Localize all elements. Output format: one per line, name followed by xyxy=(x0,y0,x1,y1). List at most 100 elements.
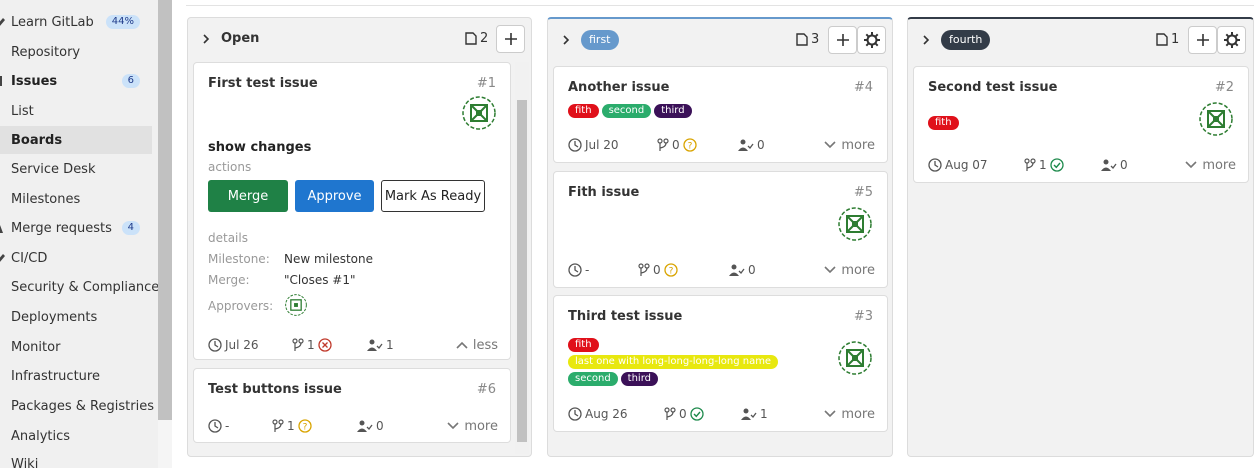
toggle-more-button[interactable]: more xyxy=(1185,156,1236,174)
sidebar-item-issues[interactable]: Issues 6 xyxy=(0,67,152,95)
toggle-more-button[interactable]: more xyxy=(824,136,875,154)
list-settings-button[interactable] xyxy=(1217,26,1246,54)
issue-card[interactable]: First test issue #1 show changes actions… xyxy=(193,62,511,360)
issue-card[interactable]: Test buttons issue #6 - 1 ? 0 more xyxy=(193,368,511,443)
sidebar: Learn GitLab 44% Repository Issues 6 Lis… xyxy=(0,0,158,468)
issue-card[interactable]: Fith issue #5 - 0 ? 0 more xyxy=(553,171,888,288)
plus-icon xyxy=(1196,34,1209,46)
label-badge[interactable]: second xyxy=(568,372,618,386)
sidebar-item-label: Wiki xyxy=(11,456,39,468)
detail-key: Milestone: xyxy=(208,252,270,266)
merge-requests-count: 1 xyxy=(292,336,332,354)
issue-card[interactable]: Second test issue #2 fith Aug 07 1 0 mor… xyxy=(913,66,1249,183)
label-badge[interactable]: fith xyxy=(568,338,599,352)
issue-title[interactable]: Third test issue xyxy=(568,309,682,324)
add-issue-button[interactable] xyxy=(496,25,525,53)
label-badge[interactable]: third xyxy=(654,104,692,118)
label-badge[interactable]: fith xyxy=(928,116,959,130)
sidebar-item-learn-gitlab[interactable]: Learn GitLab 44% xyxy=(0,8,152,36)
approve-button[interactable]: Approve xyxy=(295,180,374,212)
sidebar-item-merge-requests[interactable]: Merge requests 4 xyxy=(0,214,152,242)
sidebar-item-repository[interactable]: Repository xyxy=(0,38,152,66)
clock-icon xyxy=(568,138,582,152)
sidebar-item-packages-registries[interactable]: Packages & Registries xyxy=(0,392,154,420)
section-subtitle: actions xyxy=(208,160,252,174)
sidebar-item-service-desk[interactable]: Service Desk xyxy=(0,155,152,183)
sidebar-item-label: Packages & Registries xyxy=(11,398,154,414)
label-badge[interactable]: last one with long-long-long-long name xyxy=(568,355,779,369)
toggle-less-button[interactable]: less xyxy=(456,336,498,354)
assignees-count: 0 xyxy=(729,261,756,279)
plus-icon xyxy=(504,33,517,45)
board-list-label[interactable]: fourth xyxy=(941,30,991,50)
merge-request-icon xyxy=(1024,158,1036,171)
merge-request-icon xyxy=(638,263,650,276)
list-scrollbar[interactable] xyxy=(517,100,527,442)
issue-card[interactable]: Another issue #4 fith second third Jul 2… xyxy=(553,66,888,163)
sidebar-item-boards[interactable]: Boards xyxy=(0,126,152,154)
avatar[interactable] xyxy=(838,207,872,241)
issue-title[interactable]: First test issue xyxy=(208,76,318,91)
issue-count: 2 xyxy=(465,31,488,46)
merge-request-icon xyxy=(292,338,304,351)
merge-button[interactable]: Merge xyxy=(208,180,288,212)
issue-reference: #4 xyxy=(853,80,873,95)
list-settings-button[interactable] xyxy=(857,26,886,54)
issues-icon xyxy=(796,33,808,46)
sidebar-item-milestones[interactable]: Milestones xyxy=(0,185,152,213)
issue-title[interactable]: Test buttons issue xyxy=(208,382,342,397)
user-check-icon xyxy=(729,264,745,276)
assignees-count: 1 xyxy=(741,405,768,423)
mark-as-ready-button[interactable]: Mark As Ready xyxy=(381,180,485,212)
label-badge[interactable]: second xyxy=(601,104,652,118)
add-issue-button[interactable] xyxy=(828,26,857,54)
board-list-label[interactable]: first xyxy=(581,30,619,50)
passed-icon xyxy=(689,407,704,421)
merge-requests-count: 0 xyxy=(664,405,704,423)
merge-request-icon xyxy=(0,225,3,233)
label-badge[interactable]: fith xyxy=(568,104,599,118)
sidebar-item-security-compliance[interactable]: Security & Compliance xyxy=(0,273,158,301)
chevron-right-icon[interactable] xyxy=(202,34,210,44)
chevron-down-icon xyxy=(447,422,459,430)
toggle-more-button[interactable]: more xyxy=(824,405,875,423)
add-issue-button[interactable] xyxy=(1188,26,1217,54)
sidebar-item-monitor[interactable]: Monitor xyxy=(0,333,152,361)
sidebar-item-wiki[interactable]: Wiki xyxy=(0,450,152,468)
divider xyxy=(186,5,1254,6)
avatar[interactable] xyxy=(462,96,496,130)
issue-card-footer: Jul 26 1 1 less xyxy=(194,336,510,354)
sidebar-item-analytics[interactable]: Analytics xyxy=(0,422,152,450)
detail-key: Merge: xyxy=(208,273,250,287)
sidebar-item-label: Issues xyxy=(11,73,58,89)
issue-card[interactable]: Third test issue #3 fith last one with l… xyxy=(553,295,888,432)
avatar[interactable] xyxy=(838,341,872,375)
issue-title[interactable]: Second test issue xyxy=(928,80,1057,95)
issue-reference: #5 xyxy=(853,185,873,200)
issue-title[interactable]: Fith issue xyxy=(568,185,639,200)
due-date: Jul 20 xyxy=(568,136,619,154)
failed-icon xyxy=(317,338,332,352)
sidebar-item-infrastructure[interactable]: Infrastructure xyxy=(0,362,152,390)
sidebar-scrollbar[interactable] xyxy=(158,0,172,420)
label-badge[interactable]: third xyxy=(620,372,658,386)
toggle-more-button[interactable]: more xyxy=(824,261,875,279)
avatar[interactable] xyxy=(1199,102,1233,136)
sidebar-item-cicd[interactable]: CI/CD xyxy=(0,244,152,272)
chevron-right-icon[interactable] xyxy=(922,35,930,45)
sidebar-item-label: Milestones xyxy=(11,191,81,207)
toggle-more-button[interactable]: more xyxy=(447,417,498,435)
sidebar-item-deployments[interactable]: Deployments xyxy=(0,303,152,331)
sidebar-item-list[interactable]: List xyxy=(0,97,152,125)
unknown-icon: ? xyxy=(663,263,678,277)
sidebar-item-label: Service Desk xyxy=(11,161,96,177)
details-label: details xyxy=(208,231,248,245)
sidebar-item-label: CI/CD xyxy=(11,250,48,266)
issue-reference: #1 xyxy=(476,76,496,91)
approver-avatar[interactable] xyxy=(285,294,307,316)
svg-text:?: ? xyxy=(687,142,692,152)
merge-request-icon xyxy=(272,419,284,432)
chevron-right-icon[interactable] xyxy=(562,35,570,45)
section-title: show changes xyxy=(208,140,312,155)
issue-title[interactable]: Another issue xyxy=(568,80,669,95)
